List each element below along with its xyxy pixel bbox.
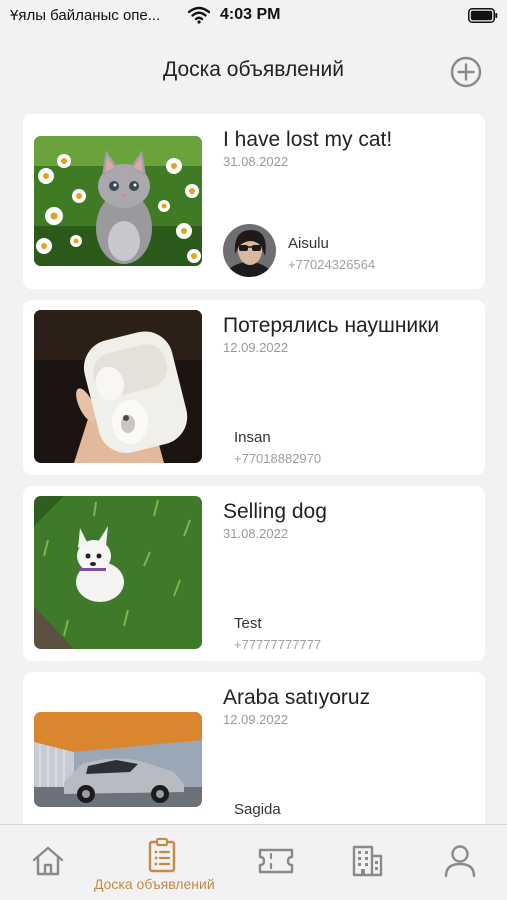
home-icon [32, 846, 64, 876]
post-image-dog [34, 496, 202, 649]
post-card[interactable]: Selling dog 31.08.2022 Test +77777777777 [23, 486, 485, 661]
tab-bar: Доска объявлений [0, 824, 507, 900]
clipboard-icon [148, 837, 176, 873]
author-name: Aisulu [288, 235, 329, 252]
carrier-label: Ұялы байланыс опе... [10, 7, 161, 24]
tab-home[interactable] [20, 825, 76, 900]
avatar [223, 224, 276, 277]
tab-board[interactable]: Доска объявлений [90, 825, 236, 900]
post-date: 31.08.2022 [223, 526, 289, 541]
tab-buildings[interactable] [340, 825, 396, 900]
add-post-button[interactable] [450, 56, 482, 88]
tab-label: Доска объявлений [94, 876, 215, 892]
status-bar: Ұялы байланыс опе... 4:03 PM [0, 0, 507, 32]
post-date: 12.09.2022 [223, 340, 289, 355]
ticket-icon [258, 848, 294, 874]
page-title: Доска объявлений [163, 58, 344, 81]
post-title: Araba satıyoruz [223, 686, 371, 709]
author-name: Sagida [234, 801, 281, 818]
tab-profile[interactable] [432, 825, 488, 900]
author-phone[interactable]: +77018882970 [234, 451, 321, 466]
post-title: Selling dog [223, 500, 327, 523]
post-image-car [34, 712, 202, 807]
post-date: 12.09.2022 [223, 712, 289, 727]
post-image-cat [34, 136, 202, 266]
tab-tickets[interactable] [248, 825, 304, 900]
author-phone[interactable]: +77024326564 [288, 257, 375, 272]
app-screen: Ұялы байланыс опе... 4:03 PM Доска объяв… [0, 0, 507, 900]
post-title: I have lost my cat! [223, 128, 393, 151]
building-icon [352, 845, 383, 877]
post-date: 31.08.2022 [223, 154, 289, 169]
post-image-earphones [34, 310, 202, 463]
post-card[interactable]: Потерялись наушники 12.09.2022 Insan +77… [23, 300, 485, 475]
wifi-icon [188, 6, 210, 24]
status-time: 4:03 PM [220, 6, 281, 23]
profile-icon [444, 845, 476, 878]
author-name: Insan [234, 429, 271, 446]
battery-icon [468, 8, 498, 23]
posts-list[interactable]: I have lost my cat! 31.08.2022 Aisulu +7… [0, 112, 507, 824]
author-phone[interactable]: +77777777777 [234, 637, 321, 652]
post-card[interactable]: I have lost my cat! 31.08.2022 Aisulu +7… [23, 114, 485, 289]
post-title: Потерялись наушники [223, 314, 440, 337]
post-card[interactable]: Araba satıyoruz 12.09.2022 Sagida [23, 672, 485, 824]
author-name: Test [234, 615, 262, 632]
